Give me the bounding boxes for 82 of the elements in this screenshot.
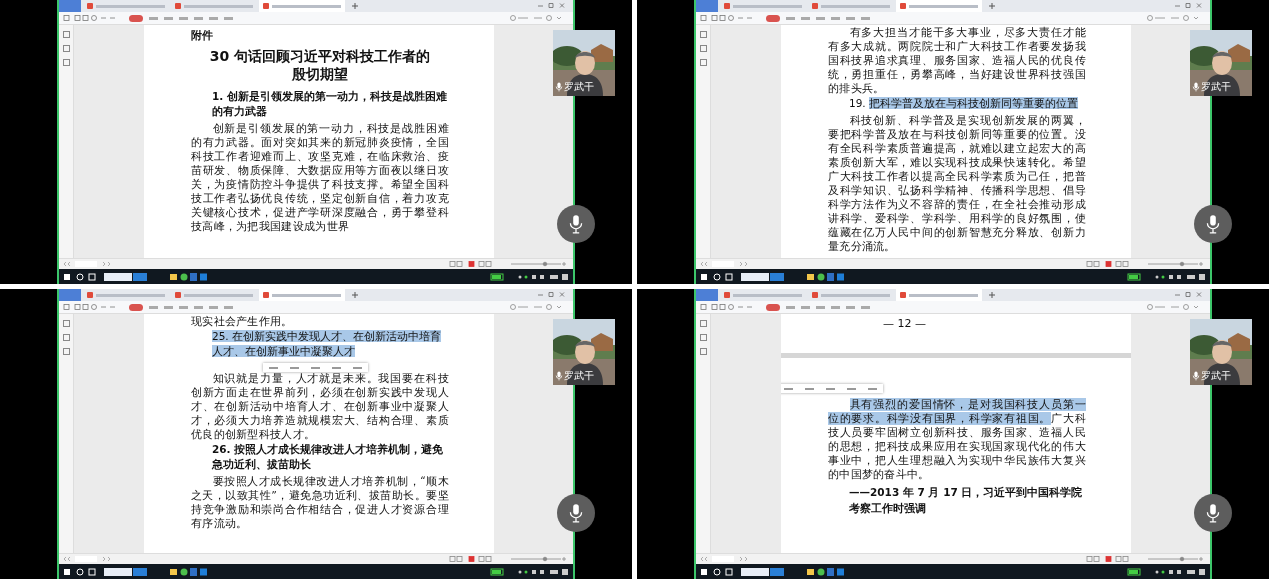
ribbon-tab[interactable] [209,305,218,309]
add-tab-icon[interactable] [351,291,359,299]
ribbon-tab[interactable] [164,16,173,20]
document-title: 30 句话回顾习近平对科技工作者的 [209,47,431,65]
zoom-slider-icon[interactable] [449,555,569,563]
ribbon-tab[interactable] [209,16,218,20]
ribbon-tab[interactable] [766,14,780,22]
microphone-icon [1192,371,1200,381]
microphone-icon [568,503,584,523]
section-heading: 26. 按照人才成长规律改进人才培养机制，避免急功近利、拔苗助长 [211,442,445,472]
microphone-icon [1205,214,1221,234]
ribbon-tab[interactable] [766,303,780,311]
document-tab[interactable] [259,0,345,12]
ribbon-tab[interactable] [224,16,233,20]
ribbon-tab[interactable] [149,16,158,20]
section-heading: 1. 创新是引领发展的第一动力，科技是战胜困难的有力武器 [211,89,448,119]
paragraph-text: 有多大担当才能干多大事业，尽多大责任才能有多大成就。两院院士和广大科技工作者要发扬我国科技界追求真理、服务国家、造福人民的优良传统，勇担重任，勇攀高峰，当好建设世界科技强国的排头兵。 [828,26,1086,96]
ribbon-tab[interactable] [149,305,158,309]
ribbon-tab[interactable] [179,16,188,20]
participant-name: 罗武干 [564,369,594,383]
participant-name: 罗武干 [1201,80,1231,94]
ribbon-tab[interactable] [179,305,188,309]
ribbon-tab[interactable] [786,16,795,20]
microphone-icon [1192,82,1200,92]
participant-name: 罗武干 [1201,369,1231,383]
ribbon-tab[interactable] [861,16,870,20]
selection-menu[interactable] [781,384,883,393]
zoom-slider-icon[interactable] [449,260,569,268]
pinned-app-icons[interactable] [805,566,845,577]
paragraph-text: 具有强烈的爱国情怀，是对我国科技人员第一位的要求。科学没有国界，科学家有祖国。广大科技人员要牢固树立创新科技、服务国家、造福人民的思想，把科技成果应用在实现国家现代化的伟大事业中，把人生理想融入为实现中华民族伟大复兴的中国梦的奋斗中。 [828,398,1086,482]
ribbon-tab[interactable] [846,305,855,309]
ribbon-tab[interactable] [164,305,173,309]
document-tab[interactable] [896,289,982,301]
document-tab[interactable] [259,289,345,301]
ribbon-tab[interactable] [786,305,795,309]
document-title: 殷切期望 [292,65,348,83]
add-tab-icon[interactable] [988,2,996,10]
paragraph-text: 要按照人才成长规律改进人才培养机制，“顺木之天，以致其性”，避免急功近利、拔苗助长。要坚持竞争激励和崇尚合作相结合，促进人才资源合理有序流动。 [191,475,449,531]
ribbon-tab[interactable] [801,16,810,20]
paragraph-text: 科技创新、科学普及是实现创新发展的两翼，要把科学普及放在与科技创新同等重要的位置。没有全民科学素质普遍提高，就难以建立起宏大的高素质创新大军，难以实现科技成果快速转化。希望广大科技工作者以提高全民科学素质为己任，把普及科学知识、弘扬科学精神、传播科学思想、倡导科学方法作为义不容辞的责任，在全社会推动形成讲科学、爱科学、学科学、用科学的良好氛围，使蕴藏在亿万人民中间的创新智慧充分释放、创新力量充分涌流。 [828,114,1086,254]
page-number: — 12 — [883,316,927,332]
paragraph-text: 现实社会产生作用。 [191,315,294,329]
system-tray-icons[interactable] [490,271,570,282]
ribbon-tab[interactable] [194,305,203,309]
annex-label: 附件 [191,28,214,43]
microphone-button[interactable] [557,205,595,243]
pinned-app-icons[interactable] [168,271,208,282]
ribbon-tab[interactable] [129,303,143,311]
zoom-slider-icon[interactable] [1086,260,1206,268]
microphone-button[interactable] [557,494,595,532]
section-heading: 25. 在创新实践中发现人才、在创新活动中培育人才、在创新事业中凝聚人才 [211,329,443,359]
ribbon-tab[interactable] [129,14,143,22]
ribbon-tab[interactable] [861,305,870,309]
selection-menu[interactable] [263,363,368,372]
system-tray-icons[interactable] [1127,271,1207,282]
ribbon-tab[interactable] [831,305,840,309]
ribbon-tab[interactable] [801,305,810,309]
document-tab[interactable] [896,0,982,12]
microphone-icon [1205,503,1221,523]
ribbon-tab[interactable] [224,305,233,309]
microphone-icon [555,371,563,381]
ribbon-tab[interactable] [831,16,840,20]
attribution-text: ——2013 年 7 月 17 日，习近平到中国科学院考察工作时强调 [848,485,1084,516]
paragraph-text: 知识就是力量，人才就是未来。我国要在科技创新方面走在世界前列，必须在创新实践中发现人才、在创新活动中培育人才、在创新事业中凝聚人才，必须大力培养造就规模宏大、结构合理、素质优良的创新型科技人才。 [191,372,449,442]
participant-name: 罗武干 [564,80,594,94]
add-tab-icon[interactable] [988,291,996,299]
system-tray-icons[interactable] [490,566,570,577]
add-tab-icon[interactable] [351,2,359,10]
pinned-app-icons[interactable] [168,566,208,577]
microphone-icon [568,214,584,234]
ribbon-tab[interactable] [194,16,203,20]
ribbon-tab[interactable] [816,305,825,309]
system-tray-icons[interactable] [1127,566,1207,577]
microphone-icon [555,82,563,92]
pinned-app-icons[interactable] [805,271,845,282]
ribbon-tab[interactable] [846,16,855,20]
zoom-slider-icon[interactable] [1086,555,1206,563]
ribbon-tab[interactable] [816,16,825,20]
microphone-button[interactable] [1194,205,1232,243]
microphone-button[interactable] [1194,494,1232,532]
section-heading: 19. 把科学普及放在与科技创新同等重要的位置 [848,96,1080,111]
paragraph-text: 创新是引领发展的第一动力，科技是战胜困难的有力武器。面对突如其来的新冠肺炎疫情，全国科技工作者迎难而上、攻坚克难，在临床救治、疫苗研发、物质保障、大数据应用等方面夜以继日攻关，为疫情防控斗争提供了科技支撑。希望全国科技工作者弘扬优良传统，坚定创新自信，着力攻克关键核心技术，促进产学研深度融合，勇于攀登科技高峰，为把我国建设成为世界 [191,122,449,234]
